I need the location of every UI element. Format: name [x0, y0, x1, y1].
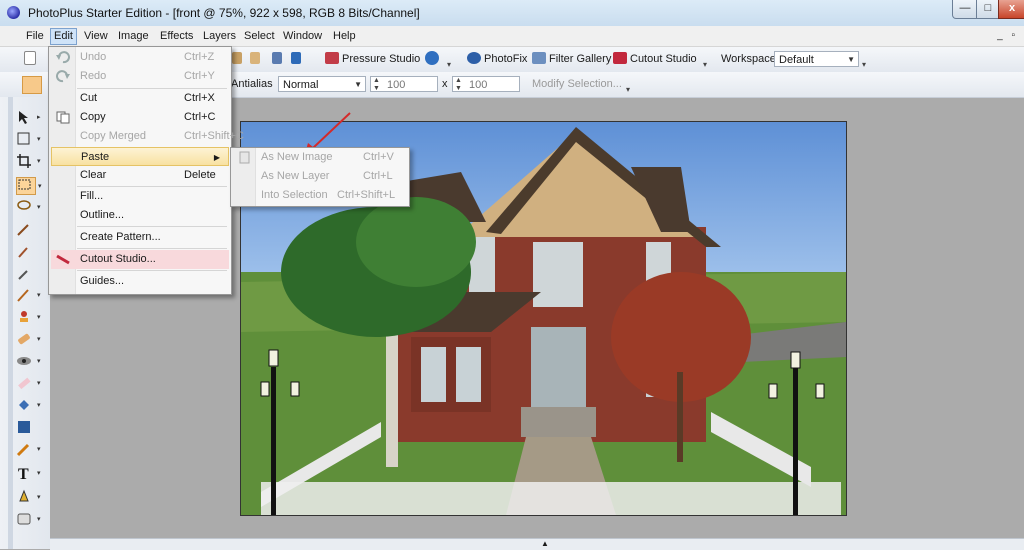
menu-item-copy-merged[interactable]: Copy Merged Ctrl+Shift+C	[51, 127, 244, 146]
paste-icon	[239, 151, 250, 164]
menu-item-cut[interactable]: Cut Ctrl+X	[51, 89, 229, 108]
submenu-arrow-icon: ▶	[213, 153, 220, 162]
menu-item-redo[interactable]: Redo Ctrl+Y	[51, 67, 229, 86]
menu-item-undo[interactable]: Undo Ctrl+Z	[51, 48, 229, 67]
menu-item-cutout-studio[interactable]: Cutout Studio...	[51, 250, 229, 269]
scissors-icon	[56, 254, 70, 265]
redo-icon	[56, 70, 70, 83]
menu-item-create-pattern[interactable]: Create Pattern...	[51, 228, 229, 247]
menu-item-paste[interactable]: Paste ▶	[51, 147, 229, 166]
menu-item-fill[interactable]: Fill...	[51, 187, 229, 206]
menu-item-copy[interactable]: Copy Ctrl+C	[51, 108, 229, 127]
menu-item-guides[interactable]: Guides...	[51, 272, 229, 291]
submenu-item-as-new-image[interactable]: As New Image Ctrl+V	[233, 148, 407, 167]
submenu-item-as-new-layer[interactable]: As New Layer Ctrl+L	[233, 167, 407, 186]
menu-item-outline[interactable]: Outline...	[51, 206, 229, 225]
status-bar: ▲	[50, 538, 1024, 550]
panel-toggle-icon[interactable]: ▲	[538, 539, 552, 549]
submenu-item-into-selection[interactable]: Into Selection Ctrl+Shift+L	[233, 186, 407, 205]
paste-submenu: As New Image Ctrl+V As New Layer Ctrl+L In…	[230, 147, 410, 207]
edit-menu-dropdown: Undo Ctrl+Z Redo Ctrl+Y Cut Ctrl+X Copy Ctrl…	[48, 46, 244, 295]
undo-icon	[56, 51, 70, 64]
menu-item-clear[interactable]: Clear Delete	[51, 166, 229, 185]
copy-icon	[56, 111, 70, 124]
